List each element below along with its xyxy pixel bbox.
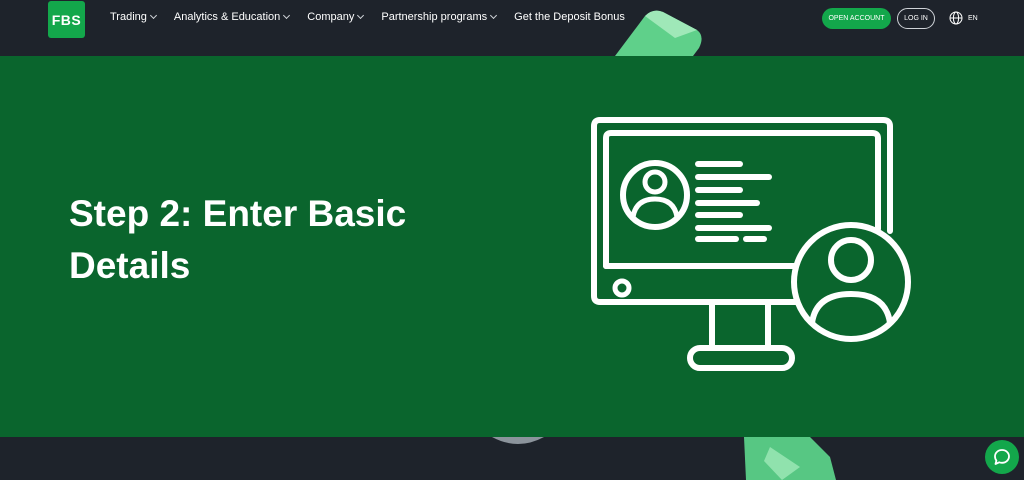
decorative-3d-shape [615, 10, 702, 56]
nav-item-analytics-education[interactable]: Analytics & Education [173, 11, 291, 23]
chevron-down-icon [357, 11, 365, 20]
main-nav: Trading Analytics & Education Company Pa… [110, 11, 643, 23]
chat-icon [994, 449, 1010, 465]
nav-item-partnership-programs[interactable]: Partnership programs [381, 11, 498, 23]
nav-item-label: Partnership programs [381, 11, 488, 23]
login-button[interactable]: LOG IN [897, 8, 935, 29]
chat-button[interactable] [985, 440, 1019, 474]
language-selector[interactable]: EN [949, 11, 978, 25]
page-title: Step 2: Enter Basic Details [69, 193, 407, 286]
chevron-down-icon [490, 11, 498, 20]
decorative-3d-shape [744, 437, 836, 480]
globe-icon [949, 11, 963, 25]
chevron-down-icon [283, 11, 291, 20]
nav-item-label: Company [307, 11, 355, 23]
top-navigation-bar: FBS Trading Analytics & Education Compan… [0, 0, 1024, 56]
language-code: EN [968, 14, 978, 22]
decorative-3d-shape [492, 437, 544, 444]
open-account-button[interactable]: OPEN ACCOUNT [822, 8, 891, 29]
nav-item-label: Trading [110, 11, 147, 23]
monitor-user-profile-icon [591, 117, 911, 371]
nav-item-trading[interactable]: Trading [110, 11, 157, 23]
nav-item-company[interactable]: Company [307, 11, 365, 23]
fbs-logo[interactable]: FBS [48, 1, 85, 38]
chevron-down-icon [149, 11, 157, 20]
nav-item-label: Analytics & Education [173, 11, 281, 23]
